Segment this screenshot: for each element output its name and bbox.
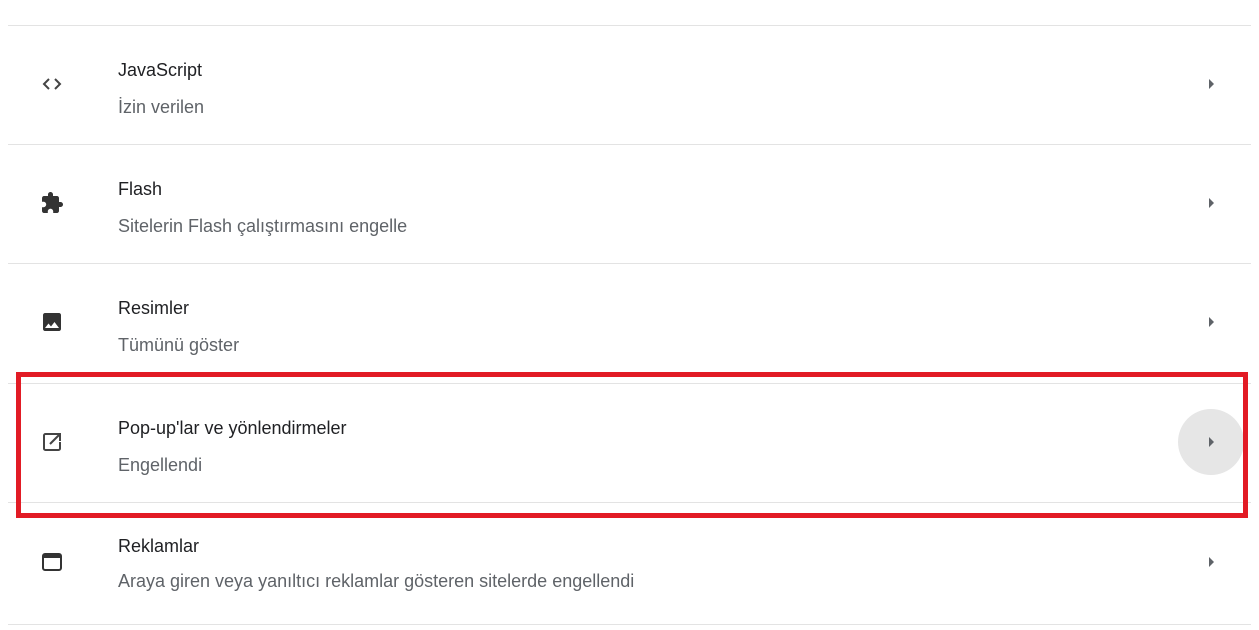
chevron-right-icon [1209,317,1214,327]
divider [8,624,1251,625]
chevron-right-icon [1209,437,1214,447]
row-title: Resimler [118,298,190,318]
settings-row-flash[interactable]: Flash Sitelerin Flash çalıştırmasını eng… [8,145,1251,261]
row-subtitle: Engellendi [118,455,203,475]
code-icon [40,72,64,96]
row-subtitle: Araya giren veya yanıltıcı reklamlar gös… [118,571,635,591]
open-in-new-icon [40,430,64,454]
row-arrow-button[interactable] [1178,409,1244,475]
chevron-right-icon [1209,198,1214,208]
row-title: Pop-up'lar ve yönlendirmeler [118,418,347,438]
row-title: Flash [118,179,163,199]
row-subtitle: Sitelerin Flash çalıştırmasını engelle [118,216,408,236]
divider [8,502,1251,503]
row-title: Reklamlar [118,536,200,556]
chevron-right-icon [1209,79,1214,89]
row-subtitle: İzin verilen [118,97,205,117]
browser-window-icon [40,550,64,574]
row-title: JavaScript [118,60,203,80]
row-arrow-button[interactable] [1191,302,1231,342]
row-subtitle: Tümünü göster [118,335,240,355]
image-icon [40,310,64,334]
row-arrow-button[interactable] [1191,542,1231,582]
settings-row-javascript[interactable]: JavaScript İzin verilen [8,26,1251,142]
row-arrow-button[interactable] [1191,64,1231,104]
row-arrow-button[interactable] [1191,183,1231,223]
settings-row-images[interactable]: Resimler Tümünü göster [8,264,1251,380]
settings-row-ads[interactable]: Reklamlar Araya giren veya yanıltıcı rek… [8,505,1251,621]
chevron-right-icon [1209,557,1214,567]
settings-row-popups[interactable]: Pop-up'lar ve yönlendirmeler Engellendi [8,384,1251,500]
puzzle-icon [40,191,64,215]
content-settings-page: JavaScript İzin verilen Flash Sitelerin … [0,0,1259,630]
